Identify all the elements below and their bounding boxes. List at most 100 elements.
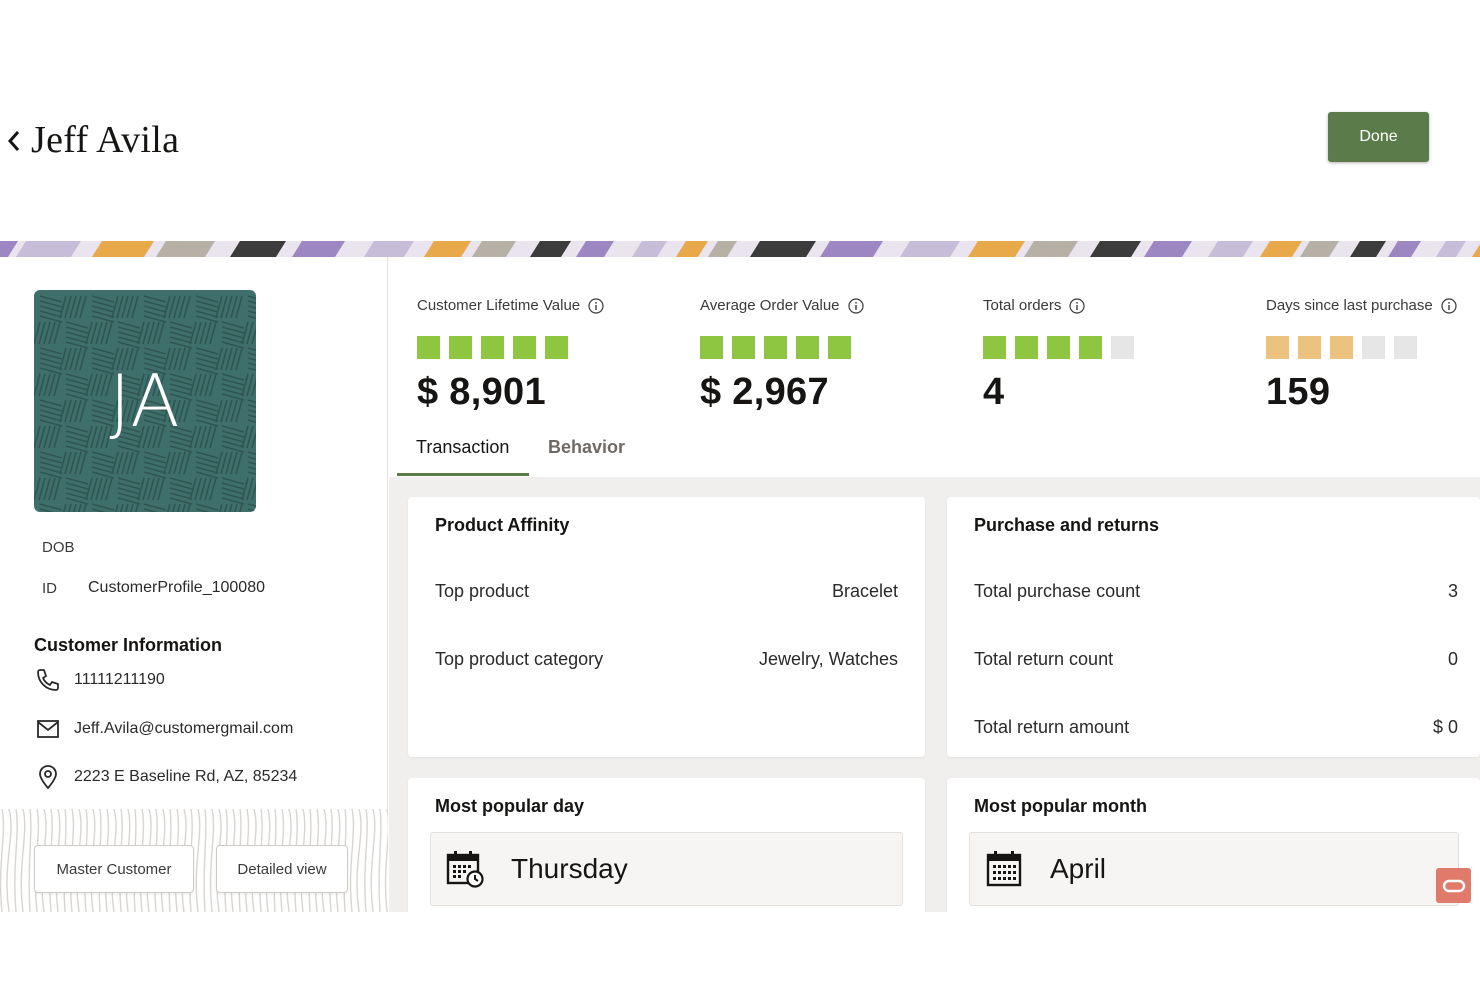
metric-lifetime-value: Customer Lifetime Value $ 8,901 bbox=[417, 297, 604, 414]
oracle-assistant-button[interactable] bbox=[1436, 868, 1471, 903]
metric-value: $ 2,967 bbox=[700, 371, 829, 413]
rating-segment-filled bbox=[545, 336, 568, 359]
card-title: Product Affinity bbox=[435, 515, 570, 535]
purchase-returns-card: Purchase and returns Total purchase coun… bbox=[947, 497, 1480, 757]
phone-icon bbox=[34, 666, 62, 694]
calendar-icon bbox=[986, 851, 1022, 887]
done-button[interactable]: Done bbox=[1328, 112, 1429, 162]
page-title: Jeff Avila bbox=[31, 119, 180, 161]
rating-segment-empty bbox=[1362, 336, 1385, 359]
email-value: Jeff.Avila@customergmail.com bbox=[74, 720, 294, 737]
rating-segment-filled bbox=[764, 336, 787, 359]
rating-segment-filled bbox=[828, 336, 851, 359]
email-row: Jeff.Avila@customergmail.com bbox=[34, 715, 293, 743]
top-category-row: Top product category Jewelry, Watches bbox=[435, 649, 898, 670]
rating-segment-filled bbox=[983, 336, 1006, 359]
return-count-row: Total return count 0 bbox=[974, 649, 1458, 670]
address-value: 2223 E Baseline Rd, AZ, 85234 bbox=[74, 768, 298, 785]
rating-segment-filled bbox=[449, 336, 472, 359]
popular-day-box: Thursday bbox=[430, 832, 903, 906]
rating-segment-filled bbox=[700, 336, 723, 359]
customer-info-title: Customer Information bbox=[34, 635, 223, 655]
rating-segment-filled bbox=[481, 336, 504, 359]
tab-bar: Transaction Behavior bbox=[397, 432, 644, 476]
master-customer-button[interactable]: Master Customer bbox=[34, 845, 194, 893]
metric-label: Total orders bbox=[983, 297, 1062, 314]
tab-transaction[interactable]: Transaction bbox=[397, 432, 529, 476]
rating-segment-filled bbox=[1266, 336, 1289, 359]
row-value: Bracelet bbox=[831, 581, 898, 601]
info-icon[interactable] bbox=[847, 297, 864, 314]
metric-value: 4 bbox=[983, 371, 1005, 413]
chevron-left-icon bbox=[7, 131, 20, 151]
metrics-strip: Customer Lifetime Value $ 8,901 Average … bbox=[389, 257, 1480, 477]
back-button[interactable] bbox=[4, 126, 24, 156]
card-title: Most popular day bbox=[435, 796, 585, 816]
oracle-logo-icon bbox=[1442, 879, 1465, 892]
rating-bars bbox=[983, 336, 1134, 359]
rating-segment-filled bbox=[417, 336, 440, 359]
card-title: Most popular month bbox=[974, 796, 1147, 816]
metric-label: Average Order Value bbox=[700, 297, 840, 314]
row-label: Top product bbox=[435, 581, 530, 601]
detailed-view-button[interactable]: Detailed view bbox=[216, 845, 348, 893]
card-title: Purchase and returns bbox=[974, 515, 1160, 535]
avatar-initials: JA bbox=[109, 359, 181, 443]
location-pin-icon bbox=[34, 763, 62, 791]
row-label: Top product category bbox=[435, 649, 604, 669]
calendar-clock-icon bbox=[446, 851, 484, 888]
row-value: 3 bbox=[1447, 581, 1458, 601]
rating-segment-empty bbox=[1394, 336, 1417, 359]
info-icon[interactable] bbox=[588, 297, 604, 314]
tab-behavior[interactable]: Behavior bbox=[529, 432, 644, 476]
id-label: ID bbox=[42, 580, 57, 597]
rating-segment-filled bbox=[1015, 336, 1038, 359]
phone-value: 11111211190 bbox=[74, 671, 165, 688]
metric-value: 159 bbox=[1266, 371, 1331, 413]
page-bottom bbox=[0, 912, 1480, 987]
popular-day-card: Most popular day Thursday bbox=[408, 778, 925, 928]
rating-bars bbox=[700, 336, 864, 359]
row-value: Jewelry, Watches bbox=[758, 649, 898, 669]
metric-label: Days since last purchase bbox=[1266, 297, 1433, 314]
row-label: Total purchase count bbox=[974, 581, 1141, 601]
profile-panel: JA DOB ID CustomerProfile_100080 Custome… bbox=[0, 257, 388, 912]
phone-row: 11111211190 bbox=[34, 666, 165, 694]
metric-total-orders: Total orders 4 bbox=[983, 297, 1134, 414]
rating-segment-filled bbox=[1079, 336, 1102, 359]
avatar: JA bbox=[34, 290, 256, 512]
rating-bars bbox=[417, 336, 604, 359]
row-label: Total return amount bbox=[974, 717, 1130, 737]
product-affinity-card: Product Affinity Top product Bracelet To… bbox=[408, 497, 925, 757]
info-icon[interactable] bbox=[1069, 297, 1085, 314]
row-value: 0 bbox=[1447, 649, 1458, 669]
row-label: Total return count bbox=[974, 649, 1114, 669]
rating-segment-filled bbox=[796, 336, 819, 359]
rating-bars bbox=[1266, 336, 1457, 359]
info-icon[interactable] bbox=[1441, 297, 1457, 314]
dob-label: DOB bbox=[42, 539, 75, 556]
return-amount-row: Total return amount $ 0 bbox=[974, 717, 1458, 738]
metric-average-order-value: Average Order Value $ 2,967 bbox=[700, 297, 864, 414]
rating-segment-filled bbox=[1330, 336, 1353, 359]
row-value: $ 0 bbox=[1432, 717, 1458, 737]
insights-panel: Customer Lifetime Value $ 8,901 Average … bbox=[389, 257, 1480, 928]
id-value: CustomerProfile_100080 bbox=[88, 579, 265, 596]
popular-month-value: April bbox=[1050, 853, 1107, 884]
metric-value: $ 8,901 bbox=[417, 371, 546, 413]
rating-segment-empty bbox=[1111, 336, 1134, 359]
rating-segment-filled bbox=[1298, 336, 1321, 359]
popular-day-value: Thursday bbox=[511, 853, 628, 884]
popular-month-box: April bbox=[969, 832, 1459, 906]
address-row: 2223 E Baseline Rd, AZ, 85234 bbox=[34, 763, 297, 791]
popular-month-card: Most popular month April bbox=[947, 778, 1480, 928]
metric-days-since-purchase: Days since last purchase 159 bbox=[1266, 297, 1457, 414]
page-header: Jeff Avila Done bbox=[0, 0, 1480, 240]
metric-label: Customer Lifetime Value bbox=[417, 297, 581, 314]
mail-icon bbox=[34, 715, 62, 743]
top-product-row: Top product Bracelet bbox=[435, 581, 898, 602]
rating-segment-filled bbox=[513, 336, 536, 359]
purchase-count-row: Total purchase count 3 bbox=[974, 581, 1458, 602]
decorative-banner bbox=[0, 241, 1480, 257]
rating-segment-filled bbox=[1047, 336, 1070, 359]
